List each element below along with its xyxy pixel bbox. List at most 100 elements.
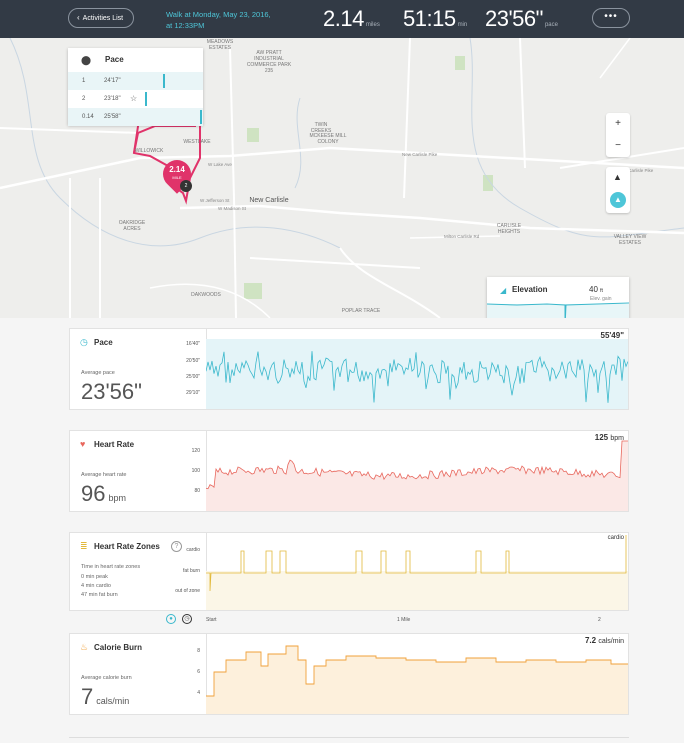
pace-tick: 16'40" (186, 341, 200, 347)
split-number: 1 (82, 78, 86, 84)
heart-icon: ♥ (80, 439, 86, 449)
heart-rate-sub: Average heart rate (81, 472, 127, 478)
terrain-icon[interactable]: ▲ (613, 172, 622, 182)
duration-stat: 51:15 min (403, 6, 467, 32)
zones-tick: cardio (186, 547, 200, 553)
calorie-unit: cals/min (96, 696, 130, 706)
zones-fatburn: 47 min fat burn (81, 592, 118, 598)
heart-rate-max-value: 125 (594, 433, 609, 442)
heart-tick: 120 (191, 448, 200, 454)
star-icon: ☆ (130, 94, 138, 103)
map-label: CARLISLE HEIGHTS (496, 223, 522, 235)
pace-card: ◷ Pace Average pace 23'56" 16'40" 20'50"… (69, 328, 629, 410)
location-icon[interactable]: ● (166, 614, 176, 624)
pace-value: 23'56" (485, 6, 543, 31)
split-pace: 25'58" (104, 114, 121, 120)
map-label: MEADOWS ESTATES (206, 39, 234, 51)
elevation-icon: ◢ (500, 286, 507, 295)
calorie-title: Calorie Burn (94, 643, 143, 652)
elevation-panel[interactable]: ◢ Elevation 40 ft Elev. gain 500 0 (487, 277, 629, 318)
heart-rate-max-unit: bpm (610, 435, 624, 442)
zones-cardio: 4 min cardio (81, 583, 111, 589)
zones-tick: out of zone (175, 588, 200, 594)
duration-unit: min (457, 22, 468, 28)
elevation-chart (487, 302, 629, 318)
street-label: W Madison St (218, 206, 247, 211)
flame-icon: ♨ (80, 642, 89, 652)
distance-stat: 2.14 miles (323, 6, 380, 32)
calorie-sub: Average calorie burn (81, 675, 132, 681)
more-options-button[interactable]: ••• (592, 8, 630, 28)
pace-card-value: 23'56" (81, 379, 142, 404)
pace-splits-title: Pace (105, 55, 124, 64)
clock-icon: ◷ (80, 337, 88, 347)
split-number: 2 (82, 96, 86, 102)
calorie-burn-card: ♨ Calorie Burn Average calorie burn 7 cal… (69, 633, 629, 715)
elevation-number: 40 (589, 285, 598, 294)
heart-rate-chart (206, 440, 628, 511)
calorie-value: 7 (81, 684, 94, 709)
zones-chart (206, 535, 628, 610)
map-label: DAKWOODS (191, 292, 221, 298)
split-number: 0.14 (82, 114, 94, 120)
pace-chart (206, 339, 628, 409)
more-icon: ••• (604, 11, 618, 22)
activities-list-button[interactable]: ‹ Activities List (68, 8, 134, 28)
map-label: VALLEY VIEW ESTATES (613, 234, 647, 246)
map-view-controls: ▲ ▲ (606, 167, 630, 213)
split-bar (163, 74, 165, 88)
zones-icon: ≣ (80, 541, 88, 551)
pace-tick: 29'10" (186, 390, 200, 396)
map-label: WESTLAKE (183, 139, 211, 145)
zones-title: Heart Rate Zones (94, 542, 160, 551)
calorie-value-line: 7 cals/min (81, 684, 129, 710)
chevron-left-icon: ‹ (77, 13, 80, 22)
zoom-out-button[interactable]: − (606, 135, 630, 157)
heart-rate-card: ♥ Heart Rate Average heart rate 96 bpm 12… (69, 430, 629, 512)
pace-splits-header: ⬤ Pace (68, 48, 203, 72)
heart-tick: 100 (191, 468, 200, 474)
x-axis-mile1: 1 Mile (397, 617, 411, 623)
zones-top-label: cardio (607, 535, 624, 541)
pace-stat: 23'56" pace (485, 6, 558, 32)
split-pace: 24'17" (104, 78, 121, 84)
pace-split-row[interactable]: 2 23'18" ☆ (68, 90, 203, 108)
pace-max: 55'49" (600, 331, 625, 340)
street-label: New Carlisle Pike (402, 152, 438, 157)
split-pace: 23'18" (104, 96, 121, 102)
calorie-max: 7.2 cals/min (585, 636, 624, 645)
map-label: AW PRATT INDUSTRIAL COMMERCE PARK 235 (246, 50, 292, 74)
map-label: New Carlisle (249, 197, 289, 204)
zones-peak: 0 min peak (81, 574, 108, 580)
zoom-controls: + − (606, 113, 630, 157)
street-label: Milton Carlisle Rd (444, 234, 480, 239)
elevation-value: 40 ft (589, 285, 603, 294)
pace-splits-table: ⬤ Pace 1 24'17" 2 23'18" ☆ 0.14 25'58" (68, 48, 203, 126)
pace-card-title: Pace (94, 338, 113, 347)
distance-value: 2.14 (323, 6, 364, 31)
heart-tick: 80 (194, 488, 200, 494)
heart-rate-value-line: 96 bpm (81, 481, 126, 507)
pace-card-sub: Average pace (81, 370, 115, 376)
map-label: WILLOWICK (134, 148, 164, 154)
street-label: W Lake Ave (208, 162, 232, 167)
x-axis-mile2: 2 (598, 617, 601, 623)
map-label: OAKRIDGE ACRES (118, 220, 146, 232)
split-bar (145, 92, 147, 106)
map-pin-icon: ⬤ (81, 55, 92, 65)
pace-split-row[interactable]: 1 24'17" (68, 72, 203, 90)
split-marker[interactable]: 2 (180, 180, 192, 192)
footer-divider (69, 737, 629, 738)
elevation-unit: ft (600, 288, 603, 294)
zoom-in-button[interactable]: + (606, 113, 630, 135)
pace-split-row[interactable]: 0.14 25'58" (68, 108, 203, 126)
clock-toggle-icon[interactable]: ◷ (182, 614, 192, 624)
satellite-toggle-icon[interactable]: ▲ (610, 192, 626, 208)
calorie-max-unit: cals/min (598, 638, 624, 645)
x-axis-start: Start (206, 617, 217, 623)
heart-rate-title: Heart Rate (94, 440, 135, 449)
calorie-tick: 6 (197, 669, 200, 675)
elevation-title: Elevation (512, 285, 548, 294)
street-label: W Jefferson St (200, 198, 230, 203)
pace-unit: pace (544, 22, 558, 28)
